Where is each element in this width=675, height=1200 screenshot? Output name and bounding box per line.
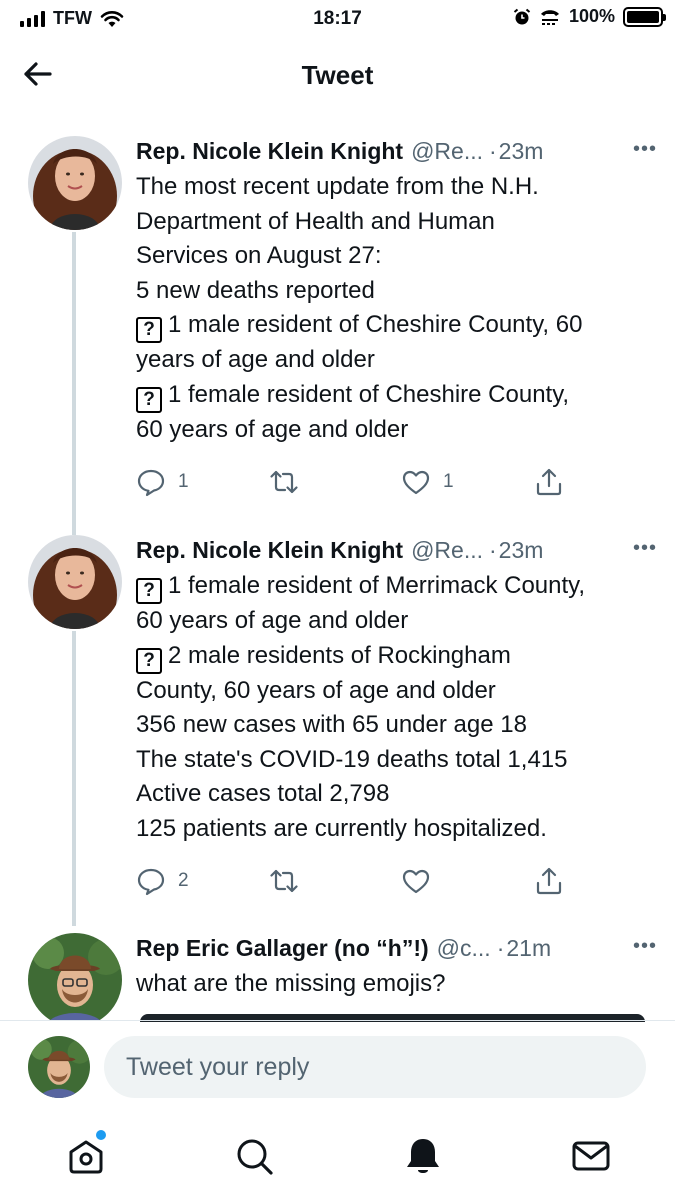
tweet-line: Active cases total 2,798 (136, 780, 390, 807)
tweet-line: The most recent update from the N.H. (136, 173, 539, 200)
tweet-line: 1 female resident of Merrimack County, (168, 572, 586, 599)
missing-emoji-icon: ? (136, 386, 162, 413)
tweet-body: Rep. Nicole Klein Knight @Re... · 23m ••… (136, 136, 659, 507)
tty-icon (540, 9, 559, 25)
author-name[interactable]: Rep. Nicole Klein Knight (136, 537, 403, 564)
tweet-line: The state's COVID-19 deaths total 1,415 (136, 745, 568, 773)
reply-input[interactable]: Tweet your reply (104, 1036, 646, 1098)
reply-button[interactable]: 2 (136, 866, 189, 896)
page-title: Tweet (301, 60, 374, 90)
avatar[interactable] (28, 535, 122, 629)
tweet-actions: 1 1 (136, 467, 659, 507)
share-icon (536, 468, 562, 496)
search-icon (237, 1139, 273, 1175)
tweet-1[interactable]: Rep. Nicole Klein Knight @Re... · 23m ••… (0, 136, 675, 536)
like-button[interactable]: 1 (401, 467, 454, 497)
alarm-icon (513, 8, 531, 24)
share-button[interactable] (534, 467, 564, 497)
tweet-text: ? 1 female resident of Merrimack County, … (136, 569, 659, 846)
avatar[interactable] (28, 933, 122, 1020)
tweet-text: what are the missing emojis? (136, 967, 659, 1002)
reply-count: 1 (178, 471, 189, 492)
tweet-header: Rep. Nicole Klein Knight @Re... · 23m ••… (136, 136, 659, 166)
notifications-icon (407, 1139, 439, 1173)
divider (0, 1020, 675, 1021)
tweet-line: 125 patients are currently hospitalized. (136, 814, 547, 842)
more-icon[interactable]: ••• (633, 935, 657, 958)
thread-line (72, 631, 76, 926)
separator: · (496, 934, 505, 961)
tweet-age[interactable]: 23m (499, 138, 544, 165)
missing-emoji-icon: ? (136, 578, 162, 604)
battery-percent: 100% (568, 6, 615, 26)
tweet-2[interactable]: Rep. Nicole Klein Knight @Re... · 23m ••… (0, 526, 675, 935)
tweet-line: what are the missing emojis? (136, 970, 446, 997)
missing-emoji-icon: ? (136, 647, 162, 674)
tweet-body: Rep Eric Gallager (no “h”!) @c... · 21m … (136, 933, 659, 1002)
author-handle[interactable]: @c... (437, 935, 491, 962)
like-button[interactable] (401, 866, 443, 896)
tweet-line: 2 male residents of Rockingham (168, 641, 511, 669)
nav-search[interactable] (232, 1134, 276, 1178)
share-button[interactable] (534, 866, 564, 896)
tweet-line: years of age and older (136, 346, 375, 373)
tweet-3[interactable]: Rep Eric Gallager (no “h”!) @c... · 21m … (0, 933, 675, 1020)
battery-icon (623, 6, 666, 27)
thread-line (72, 232, 76, 526)
more-icon[interactable]: ••• (633, 138, 657, 161)
tweet-line: 1 male resident of Cheshire County, 60 (168, 311, 583, 338)
tweet-header: Rep Eric Gallager (no “h”!) @c... · 21m … (136, 933, 659, 963)
nav-notifications[interactable] (401, 1134, 445, 1178)
nav-messages[interactable] (569, 1134, 613, 1178)
reply-icon (137, 868, 165, 896)
share-icon (536, 867, 562, 895)
reply-button[interactable]: 1 (136, 467, 189, 497)
author-handle[interactable]: @Re... (411, 138, 483, 165)
author-name[interactable]: Rep. Nicole Klein Knight (136, 138, 403, 165)
top-bar: Tweet (0, 40, 675, 112)
retweet-button[interactable] (269, 467, 299, 497)
messages-icon (572, 1141, 610, 1171)
retweet-icon (270, 470, 298, 494)
author-name[interactable]: Rep Eric Gallager (no “h”!) (136, 935, 429, 962)
reply-count: 2 (178, 870, 189, 891)
status-right: 100% (513, 6, 666, 27)
tweet-line: 356 new cases with 65 under age 18 (136, 711, 527, 738)
tweet-line: 60 years of age and older (136, 607, 409, 634)
more-icon[interactable]: ••• (633, 537, 657, 560)
avatar[interactable] (28, 136, 122, 230)
status-bar: TFW 18:17 100% (0, 0, 675, 38)
tweet-actions: 2 (136, 866, 659, 906)
tweet-age[interactable]: 21m (506, 935, 551, 962)
retweet-icon (270, 869, 298, 893)
tweet-line: Services on August 27: (136, 242, 382, 269)
tweet-line: 1 female resident of Cheshire County, (168, 380, 570, 408)
reply-icon (137, 469, 165, 497)
like-count: 1 (443, 471, 454, 492)
tweet-line: County, 60 years of age and older (136, 676, 496, 704)
missing-emoji-icon: ? (136, 317, 162, 343)
tweet-body: Rep. Nicole Klein Knight @Re... · 23m ••… (136, 535, 659, 906)
user-avatar (28, 1036, 90, 1098)
tweet-line: Department of Health and Human (136, 207, 495, 235)
tweet-age[interactable]: 23m (499, 537, 544, 564)
like-icon (402, 470, 430, 495)
like-icon (402, 869, 430, 894)
tweet-text: The most recent update from the N.H. Dep… (136, 170, 659, 447)
tweet-header: Rep. Nicole Klein Knight @Re... · 23m ••… (136, 535, 659, 565)
tweet-line: 5 new deaths reported (136, 276, 375, 304)
separator: · (489, 137, 497, 164)
retweet-button[interactable] (269, 866, 299, 896)
author-handle[interactable]: @Re... (411, 537, 483, 564)
bottom-nav (0, 1122, 675, 1192)
notification-dot (96, 1130, 106, 1140)
home-icon (69, 1140, 103, 1174)
thread-line (72, 526, 76, 535)
tweet-line: 60 years of age and older (136, 415, 409, 443)
nav-home[interactable] (64, 1130, 108, 1178)
separator: · (489, 536, 497, 563)
